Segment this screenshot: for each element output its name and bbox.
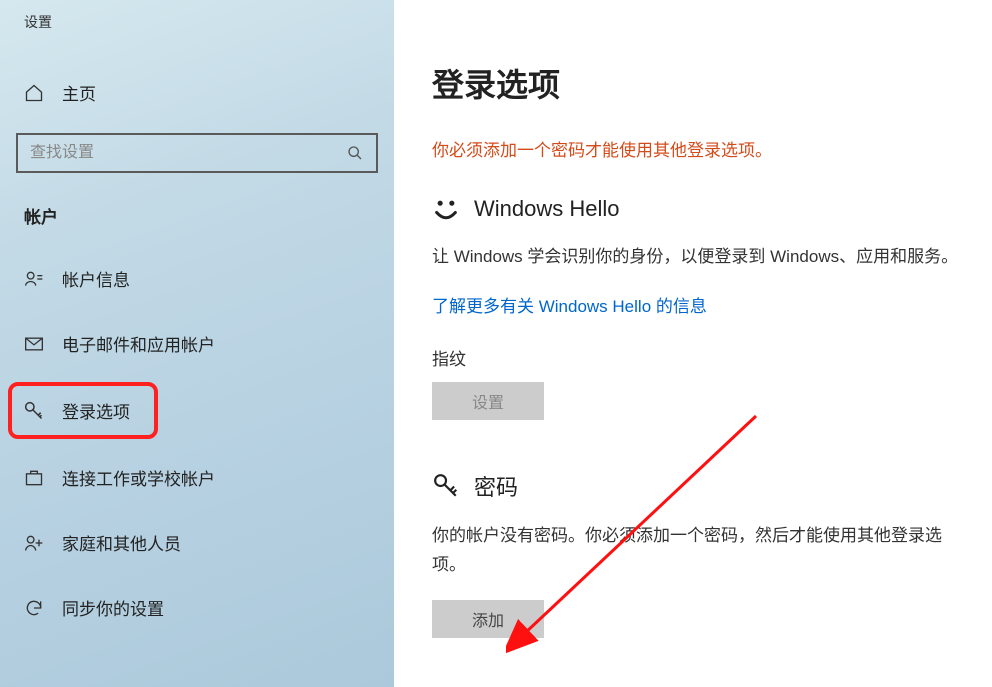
hello-section-header: Windows Hello xyxy=(432,195,960,223)
nav-item-label: 帐户信息 xyxy=(62,266,130,291)
nav-item-label: 登录选项 xyxy=(62,398,130,423)
hello-title: Windows Hello xyxy=(474,196,620,222)
person-card-icon xyxy=(24,269,44,289)
nav-item-email[interactable]: 电子邮件和应用帐户 xyxy=(16,317,378,370)
password-add-button[interactable]: 添加 xyxy=(432,600,544,638)
key-icon xyxy=(24,401,44,421)
sidebar: 设置 主页 帐户 帐户信息 xyxy=(0,0,394,687)
nav-item-signin-options[interactable]: 登录选项 xyxy=(8,382,158,439)
home-label: 主页 xyxy=(62,80,96,105)
people-icon xyxy=(24,533,44,553)
page-title: 登录选项 xyxy=(432,60,960,106)
password-section-header: 密码 xyxy=(432,470,960,502)
search-icon xyxy=(346,144,364,162)
nav-item-label: 家庭和其他人员 xyxy=(62,530,181,555)
password-warning: 你必须添加一个密码才能使用其他登录选项。 xyxy=(432,136,960,161)
password-title: 密码 xyxy=(474,470,518,502)
smiley-icon xyxy=(432,195,460,223)
briefcase-icon xyxy=(24,468,44,488)
main-content: 登录选项 你必须添加一个密码才能使用其他登录选项。 Windows Hello … xyxy=(394,0,992,687)
nav-item-label: 同步你的设置 xyxy=(62,595,164,620)
nav-item-family[interactable]: 家庭和其他人员 xyxy=(16,516,378,569)
home-icon xyxy=(24,83,44,103)
search-input[interactable] xyxy=(30,144,346,162)
window-title: 设置 xyxy=(16,12,378,32)
nav-item-label: 电子邮件和应用帐户 xyxy=(62,331,215,356)
fingerprint-setup-button: 设置 xyxy=(432,382,544,420)
fingerprint-label: 指纹 xyxy=(432,345,960,370)
category-label: 帐户 xyxy=(16,203,378,228)
nav-item-sync[interactable]: 同步你的设置 xyxy=(16,581,378,634)
sync-icon xyxy=(24,598,44,618)
home-nav[interactable]: 主页 xyxy=(16,72,378,113)
mail-icon xyxy=(24,334,44,354)
nav-item-work-school[interactable]: 连接工作或学校帐户 xyxy=(16,451,378,504)
nav-item-label: 连接工作或学校帐户 xyxy=(62,465,215,490)
search-box[interactable] xyxy=(16,133,378,173)
hello-learn-more-link[interactable]: 了解更多有关 Windows Hello 的信息 xyxy=(432,292,707,317)
key-icon xyxy=(432,472,460,500)
password-description: 你的帐户没有密码。你必须添加一个密码，然后才能使用其他登录选项。 xyxy=(432,522,960,580)
nav-item-account-info[interactable]: 帐户信息 xyxy=(16,252,378,305)
hello-description: 让 Windows 学会识别你的身份，以便登录到 Windows、应用和服务。 xyxy=(432,243,960,272)
